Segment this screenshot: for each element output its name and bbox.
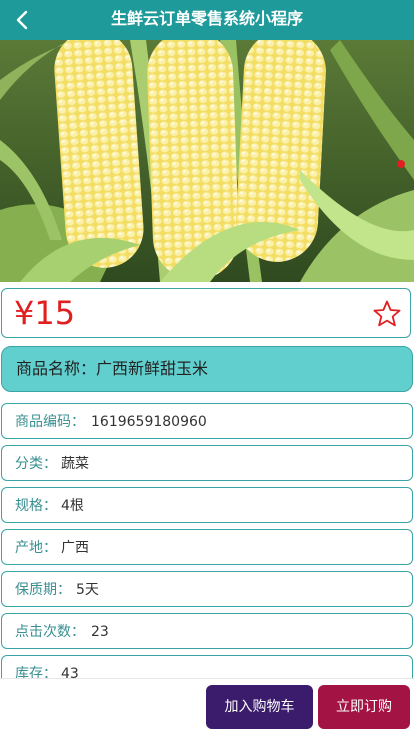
detail-origin: 产地： 广西 [1, 529, 413, 565]
star-outline-icon[interactable] [372, 299, 402, 329]
product-name-card: 商品名称：广西新鲜甜玉米 [1, 346, 413, 392]
detail-stock: 库存： 43 [1, 655, 413, 679]
product-name-row: 商品名称：广西新鲜甜玉米 [16, 347, 208, 391]
detail-value: 广西 [61, 540, 89, 556]
detail-value: 4根 [61, 498, 84, 514]
price-card: ¥15 [1, 288, 411, 338]
product-name-label: 商品名称： [16, 359, 97, 378]
product-image-carousel[interactable] [0, 40, 414, 282]
detail-spec: 规格： 4根 [1, 487, 413, 523]
carousel-indicator-dot[interactable] [397, 160, 405, 168]
detail-shelf-life: 保质期： 5天 [1, 571, 413, 607]
product-name: 广西新鲜甜玉米 [96, 359, 209, 378]
bottom-action-bar: 加入购物车 立即订购 [0, 678, 414, 736]
detail-product-code: 商品编码： 1619659180960 [1, 403, 413, 439]
corn-photo [0, 40, 414, 282]
detail-value: 1619659180960 [91, 414, 207, 430]
top-bar: 生鲜云订单零售系统小程序 [0, 0, 414, 40]
add-to-cart-button[interactable]: 加入购物车 [206, 685, 313, 729]
detail-label: 产地： [15, 540, 57, 556]
detail-value: 43 [61, 666, 79, 679]
detail-click-count: 点击次数： 23 [1, 613, 413, 649]
product-price: ¥15 [14, 294, 76, 332]
detail-category: 分类： 蔬菜 [1, 445, 413, 481]
detail-value: 蔬菜 [61, 456, 89, 472]
detail-label: 商品编码： [15, 414, 85, 430]
detail-value: 23 [91, 624, 109, 640]
detail-value: 5天 [76, 582, 99, 598]
detail-label: 保质期： [15, 582, 71, 598]
page-title: 生鲜云订单零售系统小程序 [110, 9, 303, 28]
detail-label: 规格： [15, 498, 57, 514]
detail-label: 点击次数： [15, 624, 85, 640]
detail-label: 库存： [15, 666, 57, 679]
detail-label: 分类： [15, 456, 57, 472]
product-detail-list[interactable]: 商品编码： 1619659180960 分类： 蔬菜 规格： 4根 产地： 广西… [1, 403, 413, 679]
buy-now-button[interactable]: 立即订购 [318, 685, 410, 729]
